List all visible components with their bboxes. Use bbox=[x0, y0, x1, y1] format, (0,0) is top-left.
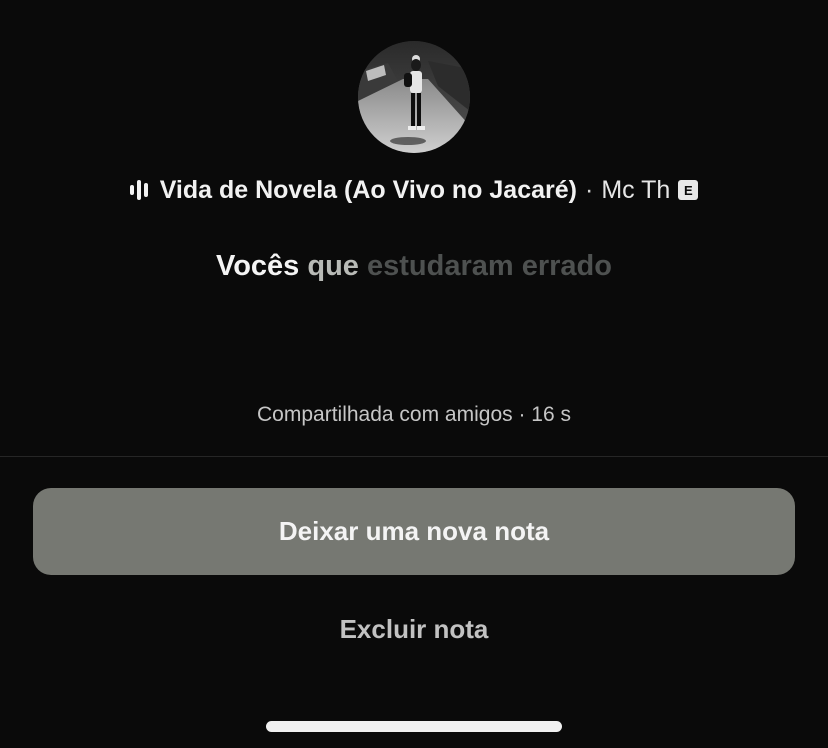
lyric-current: que bbox=[307, 250, 359, 282]
lyrics-line: Vocês que estudaram errado bbox=[0, 250, 828, 292]
home-indicator[interactable] bbox=[266, 721, 562, 732]
lyric-sung: Vocês bbox=[216, 250, 300, 282]
divider bbox=[0, 456, 828, 457]
explicit-badge: E bbox=[678, 180, 699, 200]
person-photo-avatar bbox=[358, 41, 470, 153]
note-meta: Compartilhada com amigos · 16 s bbox=[257, 403, 571, 426]
avatar[interactable] bbox=[358, 41, 470, 153]
lyric-upcoming: estudaram errado bbox=[366, 250, 612, 282]
song-row[interactable]: Vida de Novela (Ao Vivo no Jacaré) · Mc … bbox=[0, 170, 828, 210]
song-artist: Mc Th bbox=[601, 175, 671, 204]
song-title: Vida de Novela (Ao Vivo no Jacaré) bbox=[159, 175, 577, 204]
song-separator: · bbox=[584, 175, 594, 204]
delete-note-button[interactable]: Excluir nota bbox=[214, 604, 614, 654]
leave-new-note-button[interactable]: Deixar uma nova nota bbox=[33, 488, 795, 575]
audio-wave-icon bbox=[129, 180, 148, 200]
